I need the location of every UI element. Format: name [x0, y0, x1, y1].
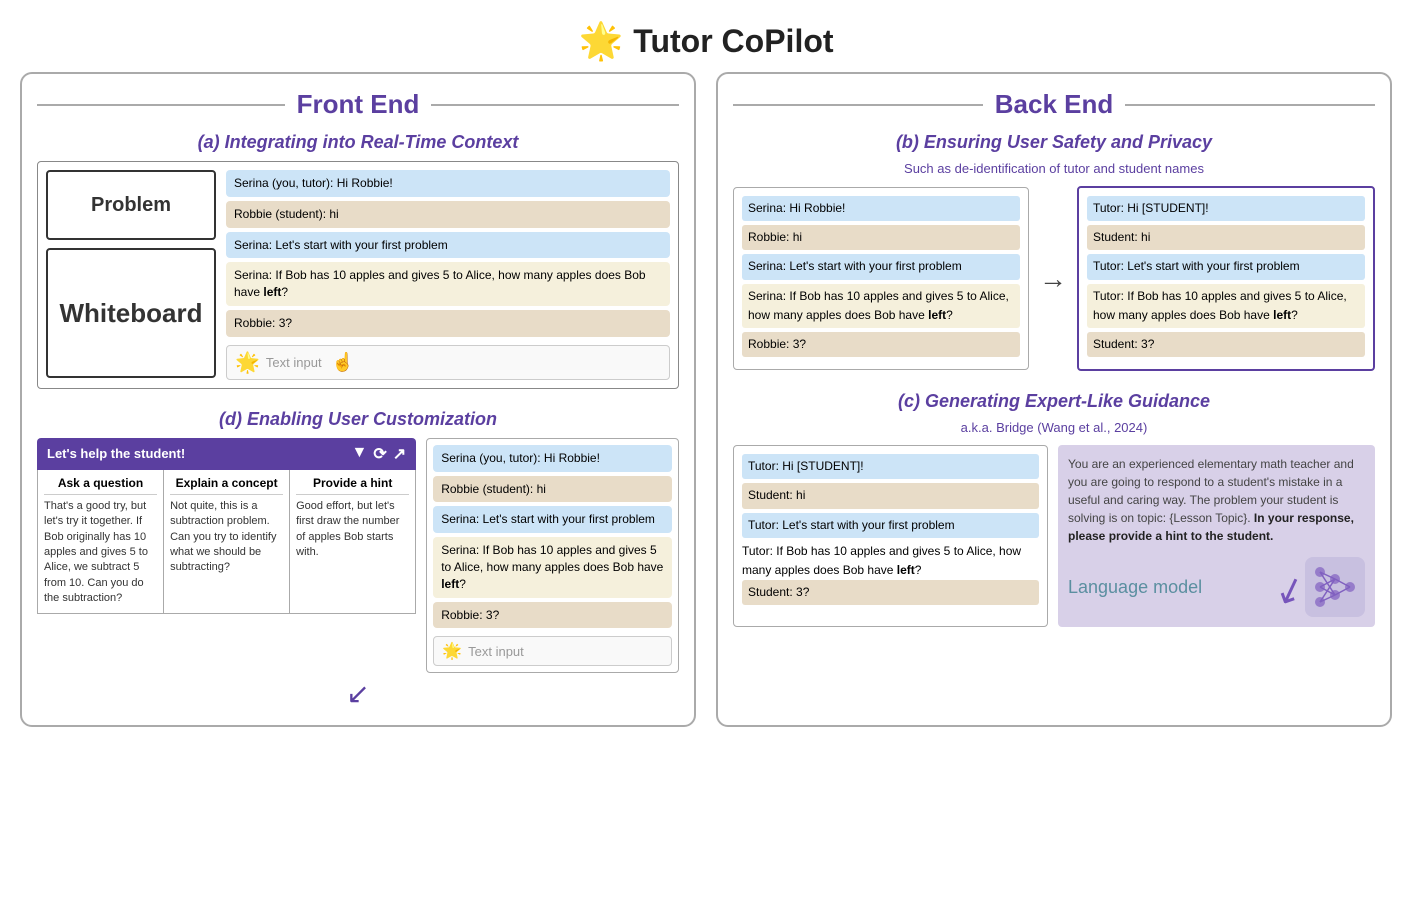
curved-arrow-d: ↙: [37, 677, 679, 710]
d-chat-4: Serina: If Bob has 10 apples and gives 5…: [433, 537, 672, 597]
section-d-chat-panel: Serina (you, tutor): Hi Robbie! Robbie (…: [426, 438, 679, 674]
section-c-left-panel: Tutor: Hi [STUDENT]! Student: hi Tutor: …: [733, 445, 1048, 627]
d-chat-3: Serina: Let's start with your first prob…: [433, 506, 672, 533]
section-d-title: (d) Enabling User Customization: [37, 409, 679, 430]
suggestion-col-3: Provide a hint Good effort, but let's fi…: [290, 470, 415, 613]
share-icon[interactable]: ↗: [393, 444, 406, 464]
logo-icon: 🌟: [578, 20, 623, 62]
section-c-right-panel: You are an experienced elementary math t…: [1058, 445, 1375, 627]
section-d-content: Let's help the student! ▼ ⟳ ↗ Ask a ques…: [37, 438, 679, 674]
section-d: (d) Enabling User Customization Let's he…: [37, 409, 679, 711]
backend-column: Back End (b) Ensuring User Safety and Pr…: [716, 72, 1392, 727]
chat-msg-2: Robbie (student): hi: [226, 201, 670, 228]
sugg-header-3: Provide a hint: [296, 476, 409, 495]
backend-header: Back End: [733, 89, 1375, 120]
frontend-header: Front End: [37, 89, 679, 120]
app-title: Tutor CoPilot: [633, 23, 833, 60]
section-a-chat: Serina (you, tutor): Hi Robbie! Robbie (…: [226, 170, 670, 380]
suggestion-col-2: Explain a concept Not quite, this is a s…: [164, 470, 290, 613]
lm-icon: [1305, 557, 1365, 617]
sugg-header-1: Ask a question: [44, 476, 157, 495]
suggestions-header: Let's help the student! ▼ ⟳ ↗: [37, 438, 416, 470]
lm-row: Language model: [1068, 557, 1365, 617]
section-a-title: (a) Integrating into Real-Time Context: [37, 132, 679, 153]
section-a: (a) Integrating into Real-Time Context P…: [37, 132, 679, 389]
deident-panels: Serina: Hi Robbie! Robbie: hi Serina: Le…: [733, 186, 1375, 371]
problem-box: Problem: [46, 170, 216, 240]
deident-right: Tutor: Hi [STUDENT]! Student: hi Tutor: …: [1077, 186, 1375, 371]
d-text-input[interactable]: 🌟 Text input: [433, 636, 672, 666]
chat-msg-5: Robbie: 3?: [226, 310, 670, 337]
sugg-body-3: Good effort, but let's first draw the nu…: [296, 499, 409, 561]
sugg-body-1: That's a good try, but let's try it toge…: [44, 499, 157, 607]
section-c-subtitle: a.k.a. Bridge (Wang et al., 2024): [733, 420, 1375, 435]
lm-label: Language model: [1068, 574, 1202, 601]
section-a-content: Problem Whiteboard Serina (you, tutor): …: [37, 161, 679, 389]
sugg-header-2: Explain a concept: [170, 476, 283, 495]
problem-whiteboard-panel: Problem Whiteboard: [46, 170, 216, 380]
section-c-content: Tutor: Hi [STUDENT]! Student: hi Tutor: …: [733, 445, 1375, 627]
section-c: (c) Generating Expert-Like Guidance a.k.…: [733, 391, 1375, 627]
whiteboard-box: Whiteboard: [46, 248, 216, 378]
d-chat-1: Serina (you, tutor): Hi Robbie!: [433, 445, 672, 472]
deident-left: Serina: Hi Robbie! Robbie: hi Serina: Le…: [733, 187, 1029, 370]
dropdown-icon[interactable]: ▼: [352, 444, 368, 464]
section-c-title: (c) Generating Expert-Like Guidance: [733, 391, 1375, 412]
d-chat-2: Robbie (student): hi: [433, 476, 672, 503]
d-chat-5: Robbie: 3?: [433, 602, 672, 629]
section-d-chat: Serina (you, tutor): Hi Robbie! Robbie (…: [426, 438, 679, 674]
chat-msg-1: Serina (you, tutor): Hi Robbie!: [226, 170, 670, 197]
header-icons: ▼ ⟳ ↗: [352, 444, 407, 464]
main-title: 🌟 Tutor CoPilot: [20, 20, 1392, 62]
deident-arrow: →: [1039, 263, 1067, 295]
sugg-body-2: Not quite, this is a subtraction problem…: [170, 499, 283, 576]
text-input-area[interactable]: 🌟 Text input ☝: [226, 345, 670, 380]
chat-msg-4: Serina: If Bob has 10 apples and gives 5…: [226, 262, 670, 306]
section-b-title: (b) Ensuring User Safety and Privacy: [733, 132, 1375, 153]
suggestions-panel: Let's help the student! ▼ ⟳ ↗ Ask a ques…: [37, 438, 416, 674]
section-b-subtitle: Such as de-identification of tutor and s…: [733, 161, 1375, 176]
refresh-icon[interactable]: ⟳: [373, 444, 386, 464]
suggestion-col-1: Ask a question That's a good try, but le…: [38, 470, 164, 613]
section-b: (b) Ensuring User Safety and Privacy Suc…: [733, 132, 1375, 371]
frontend-column: Front End (a) Integrating into Real-Time…: [20, 72, 696, 727]
chat-msg-3: Serina: Let's start with your first prob…: [226, 232, 670, 259]
suggestions-columns: Ask a question That's a good try, but le…: [37, 470, 416, 614]
